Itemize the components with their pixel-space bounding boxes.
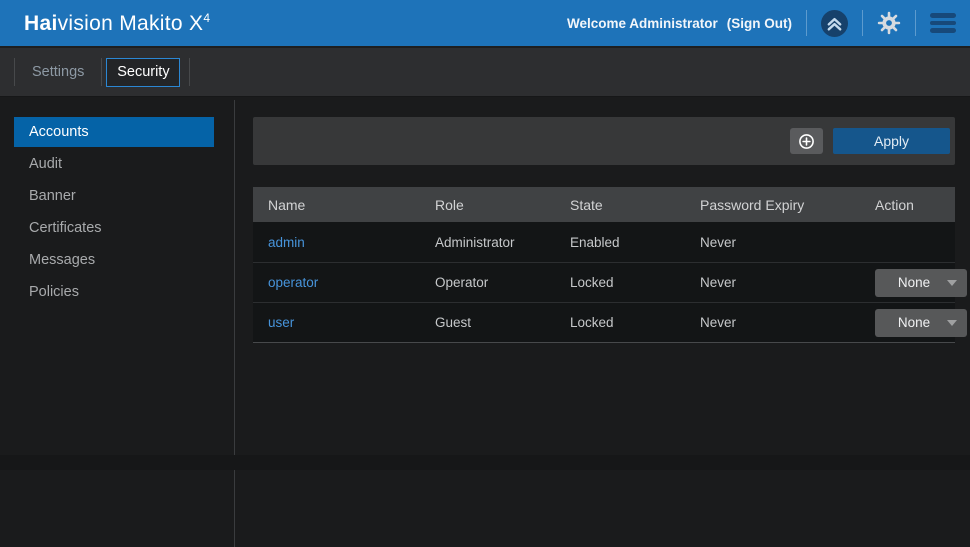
sign-out-link[interactable]: (Sign Out) (727, 16, 792, 31)
account-role: Administrator (435, 235, 570, 250)
action-dropdown-value: None (875, 315, 947, 330)
action-dropdown-value: None (875, 275, 947, 290)
column-header-name: Name (268, 197, 435, 213)
account-state: Locked (570, 315, 700, 330)
sidebar-item-audit[interactable]: Audit (14, 149, 214, 179)
menu-icon[interactable] (930, 13, 956, 33)
security-sidebar: AccountsAuditBannerCertificatesMessagesP… (14, 117, 214, 309)
table-row: admin Administrator Enabled Never (253, 222, 955, 262)
chevron-down-icon (947, 280, 957, 286)
content-area: AccountsAuditBannerCertificatesMessagesP… (0, 97, 970, 470)
gear-icon[interactable] (877, 11, 901, 35)
tab-bar: Settings Security (0, 46, 970, 97)
action-dropdown[interactable]: None (875, 269, 967, 297)
header-separator (862, 10, 863, 36)
chevron-down-icon (947, 320, 957, 326)
sidebar-item-certificates[interactable]: Certificates (14, 213, 214, 243)
account-password-expiry: Never (700, 275, 875, 290)
account-password-expiry: Never (700, 235, 875, 250)
table-row: user Guest Locked Never None (253, 302, 955, 342)
account-state: Locked (570, 275, 700, 290)
sidebar-divider (234, 100, 235, 547)
account-state: Enabled (570, 235, 700, 250)
account-password-expiry: Never (700, 315, 875, 330)
accounts-toolbar: Apply (253, 117, 955, 165)
account-name-link[interactable]: operator (268, 275, 318, 290)
brand-sup: 4 (203, 11, 210, 25)
tab-separator (189, 58, 190, 86)
action-dropdown[interactable]: None (875, 309, 967, 337)
sidebar-item-accounts[interactable]: Accounts (14, 117, 214, 147)
sidebar-item-banner[interactable]: Banner (14, 181, 214, 211)
sidebar-item-messages[interactable]: Messages (14, 245, 214, 275)
apply-button[interactable]: Apply (833, 128, 950, 154)
account-role: Operator (435, 275, 570, 290)
column-header-action: Action (875, 197, 955, 213)
header-separator (915, 10, 916, 36)
header-separator (806, 10, 807, 36)
welcome-text: Welcome Administrator (567, 16, 718, 31)
app-header: Haivision Makito X4 Welcome Administrato… (0, 0, 970, 46)
column-header-role: Role (435, 197, 570, 213)
tab-settings[interactable]: Settings (15, 47, 101, 98)
accounts-table-header: Name Role State Password Expiry Action (253, 187, 955, 222)
brand-rest: vision Makito X (58, 12, 204, 35)
add-account-button[interactable] (790, 128, 823, 154)
sidebar-item-policies[interactable]: Policies (14, 277, 214, 307)
accounts-panel: Apply Name Role State Password Expiry Ac… (253, 117, 955, 343)
brand-logo: Haivision Makito X4 (24, 11, 210, 36)
accounts-table-body: admin Administrator Enabled Never operat… (253, 222, 955, 343)
account-name-link[interactable]: admin (268, 235, 305, 250)
footer (0, 455, 970, 470)
column-header-state: State (570, 197, 700, 213)
tab-security[interactable]: Security (106, 58, 180, 87)
account-name-link[interactable]: user (268, 315, 294, 330)
column-header-password-expiry: Password Expiry (700, 197, 875, 213)
plus-icon (798, 133, 815, 150)
account-role: Guest (435, 315, 570, 330)
table-row: operator Operator Locked Never None (253, 262, 955, 302)
status-chevrons-icon[interactable] (821, 10, 848, 37)
brand-bold: Hai (24, 12, 58, 35)
